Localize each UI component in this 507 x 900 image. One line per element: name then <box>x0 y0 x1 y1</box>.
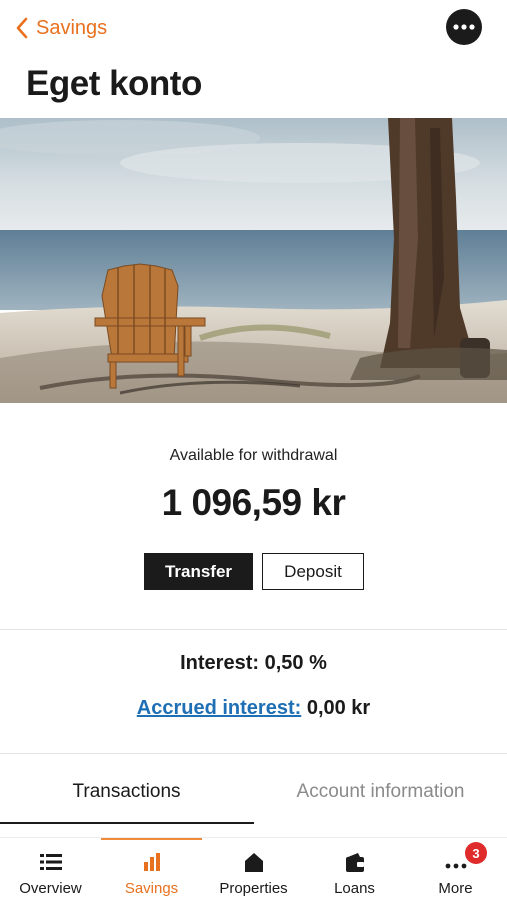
account-tabs: Transactions Account information <box>0 760 507 824</box>
nav-properties-label: Properties <box>219 880 288 897</box>
divider <box>0 753 507 754</box>
more-dots-icon <box>453 24 475 30</box>
divider <box>0 629 507 630</box>
interest-rate: Interest: 0,50 % <box>180 652 327 674</box>
hero-image <box>0 118 507 403</box>
deposit-button[interactable]: Deposit <box>262 553 364 590</box>
more-dots-icon <box>445 863 466 869</box>
nav-more[interactable]: 3 More <box>405 838 506 900</box>
list-icon <box>39 854 62 870</box>
nav-active-indicator <box>101 838 202 840</box>
back-label: Savings <box>36 16 108 39</box>
back-button[interactable]: Savings <box>14 12 107 44</box>
accrued-interest-row: Accrued interest: 0,00 kr <box>0 697 507 720</box>
tab-transactions[interactable]: Transactions <box>0 760 253 824</box>
nav-savings[interactable]: Savings <box>101 838 202 900</box>
accrued-interest-link[interactable]: Accrued interest: <box>137 697 302 719</box>
nav-savings-label: Savings <box>124 880 179 897</box>
available-label: Available for withdrawal <box>169 447 338 464</box>
bar-chart-icon <box>143 853 160 871</box>
tab-account-information[interactable]: Account information <box>254 760 507 824</box>
nav-loans-label: Loans <box>334 880 375 897</box>
nav-overview[interactable]: Overview <box>0 838 101 900</box>
balance-amount: 1 096,59 kr <box>161 482 346 523</box>
house-icon <box>244 853 263 872</box>
page-title: Eget konto <box>26 64 202 103</box>
chevron-left-icon <box>16 17 28 39</box>
bottom-navigation: Overview Savings Properties Loans 3 More <box>0 837 507 900</box>
wallet-icon <box>345 853 364 872</box>
notification-badge: 3 <box>465 842 487 864</box>
top-bar: Savings <box>0 0 507 56</box>
accrued-interest-value: 0,00 kr <box>306 697 371 719</box>
active-tab-indicator <box>0 822 254 824</box>
nav-loans[interactable]: Loans <box>304 838 405 900</box>
transfer-button[interactable]: Transfer <box>144 553 253 590</box>
nav-more-label: More <box>438 880 473 897</box>
nav-properties[interactable]: Properties <box>203 838 304 900</box>
nav-overview-label: Overview <box>19 880 82 897</box>
more-options-button[interactable] <box>446 9 482 45</box>
